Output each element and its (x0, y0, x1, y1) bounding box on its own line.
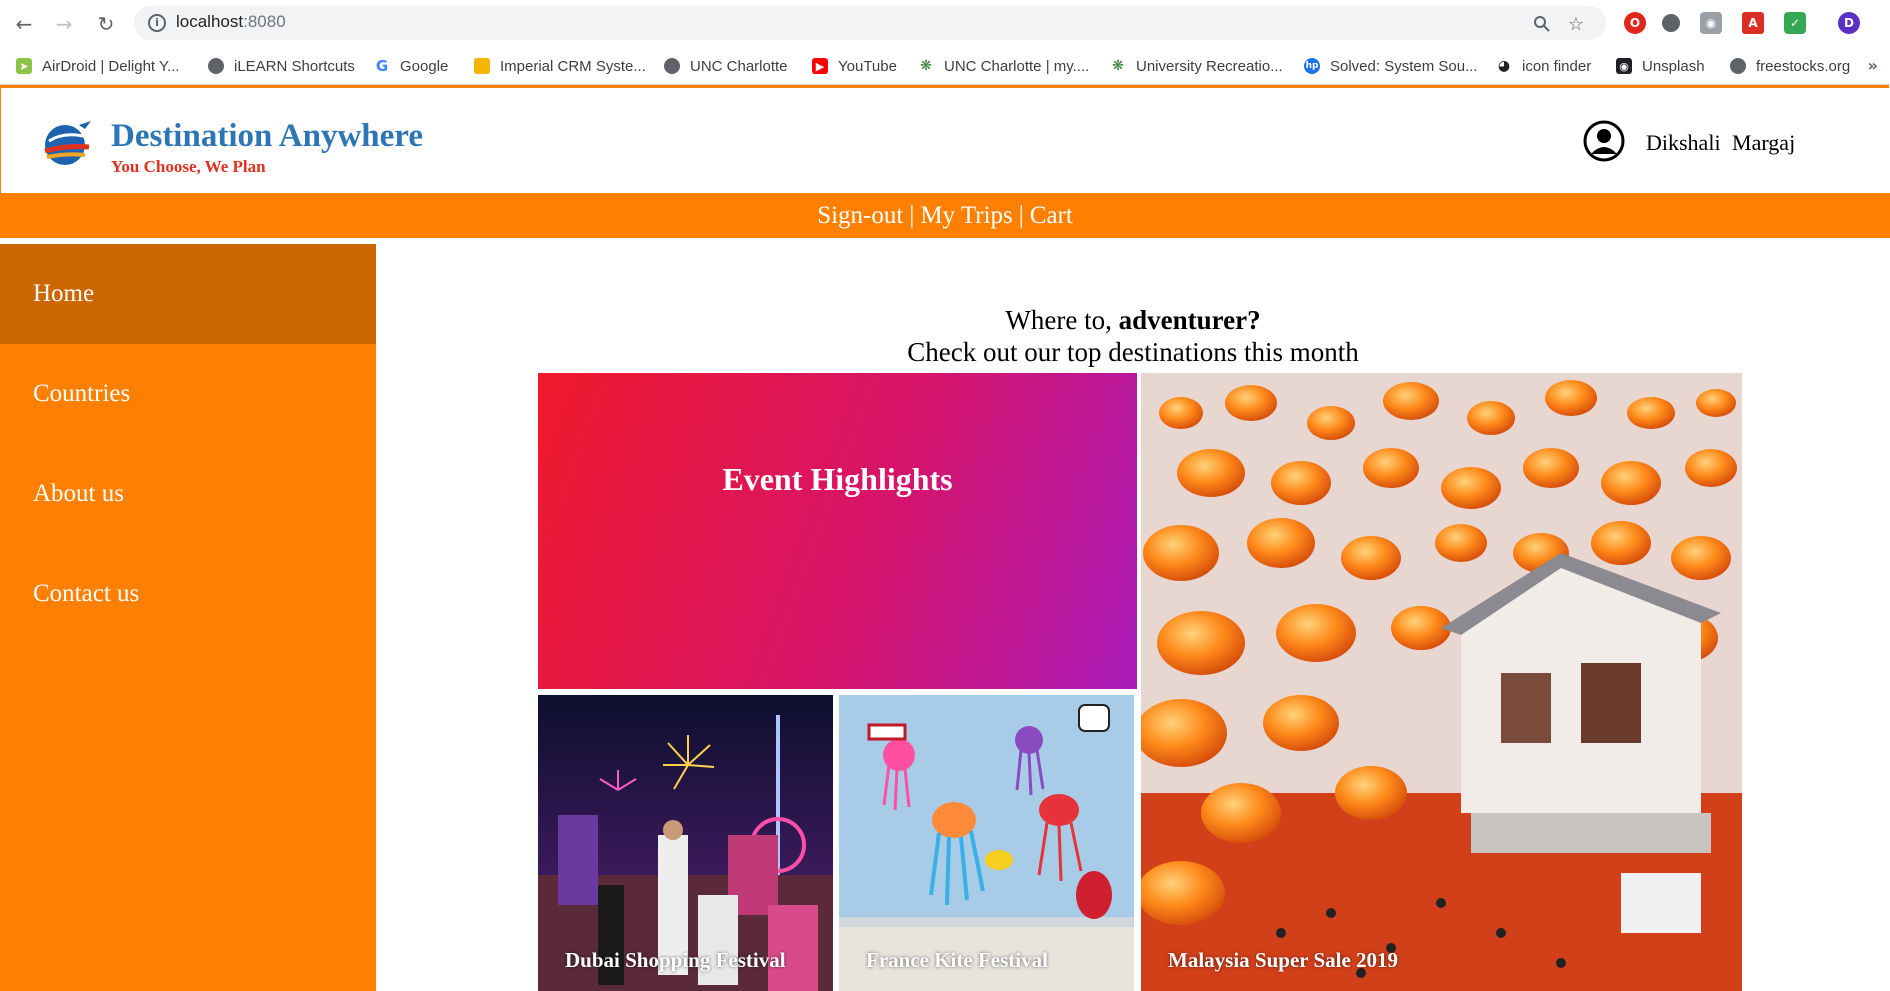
bookmark-ilearn[interactable]: iLEARN Shortcuts (208, 56, 355, 76)
dubai-festival-caption: Dubai Shopping Festival (565, 948, 786, 972)
airdroid-icon: ➤ (16, 58, 32, 74)
globe-icon (1730, 58, 1746, 74)
reload-icon[interactable]: ↻ (92, 10, 120, 38)
sidebar-item-home[interactable]: Home (0, 244, 376, 344)
google-icon: G (374, 57, 390, 75)
france-kite-caption: France Kite Festival (866, 948, 1048, 972)
user-name: Dikshali Margaj (1646, 130, 1796, 155)
megaphone-icon (474, 58, 490, 74)
dubai-festival-image (538, 695, 833, 991)
link-separator: | (1018, 201, 1024, 229)
malaysia-sale-tile[interactable]: Malaysia Super Sale 2019 (1141, 373, 1742, 991)
hp-icon: hp (1304, 58, 1320, 74)
more-bookmarks-icon[interactable]: » (1868, 56, 1878, 75)
camera-extension-icon[interactable]: ◉ (1700, 12, 1722, 34)
zoom-icon[interactable] (1532, 14, 1552, 34)
malaysia-sale-image (1141, 373, 1742, 991)
bookmark-unc-my[interactable]: ❋ UNC Charlotte | my.... (918, 56, 1089, 76)
hero-subheading: Check out our top destinations this mont… (907, 337, 1359, 367)
youtube-icon: ▶ (812, 58, 828, 74)
bookmark-unc-charlotte[interactable]: UNC Charlotte (664, 56, 788, 76)
globe-logo-icon[interactable] (41, 117, 93, 169)
bookmark-unsplash[interactable]: ◉ Unsplash (1616, 56, 1705, 76)
url-text[interactable]: localhost:8080 (176, 12, 286, 32)
user-avatar-icon[interactable] (1583, 120, 1625, 162)
browser-toolbar: ← → ↻ i localhost:8080 ☆ O ◉ A ✓ D (0, 0, 1890, 46)
bookmark-university-recreation[interactable]: ❋ University Recreatio... (1110, 56, 1283, 76)
opera-extension-icon[interactable]: O (1624, 12, 1646, 34)
forward-icon[interactable]: → (50, 10, 78, 38)
bookmark-imperial-crm[interactable]: Imperial CRM Syste... (474, 56, 646, 76)
unc-icon: ❋ (1110, 58, 1126, 74)
profile-avatar[interactable]: D (1838, 12, 1860, 34)
dubai-festival-tile[interactable]: Dubai Shopping Festival (538, 695, 833, 991)
account-links-bar: Sign-out | My Trips | Cart (0, 193, 1890, 238)
hero-greeting: Where to, adventurer? (1005, 305, 1261, 335)
extension-circle-icon[interactable] (1662, 14, 1680, 32)
bookmark-freestocks[interactable]: freestocks.org (1730, 56, 1850, 76)
link-separator: | (909, 201, 915, 229)
bookmark-youtube[interactable]: ▶ YouTube (812, 56, 897, 76)
bookmark-google[interactable]: G Google (374, 56, 448, 76)
malaysia-sale-caption: Malaysia Super Sale 2019 (1168, 948, 1399, 972)
event-highlights-title: Event Highlights (722, 461, 953, 497)
globe-icon (208, 58, 224, 74)
eye-icon: ◕ (1496, 58, 1512, 74)
bookmark-star-icon[interactable]: ☆ (1566, 14, 1586, 35)
signout-link[interactable]: Sign-out (817, 202, 903, 230)
sidebar-item-contact-us[interactable]: Contact us (0, 544, 376, 644)
camera-icon: ◉ (1616, 58, 1632, 74)
cart-link[interactable]: Cart (1030, 202, 1073, 230)
france-kite-tile[interactable]: France Kite Festival (839, 695, 1134, 991)
unc-icon: ❋ (918, 58, 934, 74)
event-highlights-banner: Event Highlights (538, 373, 1137, 689)
globe-icon (664, 58, 680, 74)
sidebar-item-about-us[interactable]: About us (0, 444, 376, 544)
bookmark-icon-finder[interactable]: ◕ icon finder (1496, 56, 1591, 76)
bookmarks-bar: ➤ AirDroid | Delight Y... iLEARN Shortcut… (0, 46, 1890, 85)
pdf-extension-icon[interactable]: A (1742, 12, 1764, 34)
address-bar[interactable]: i localhost:8080 ☆ (134, 6, 1606, 40)
site-header: Destination Anywhere You Choose, We Plan… (0, 85, 1889, 195)
info-icon[interactable]: i (148, 14, 166, 32)
bookmark-solved-system[interactable]: hp Solved: System Sou... (1304, 56, 1478, 76)
france-kite-image (839, 695, 1134, 991)
brand-tagline: You Choose, We Plan (111, 157, 266, 176)
sidebar-nav: Home Countries About us Contact us (0, 244, 376, 991)
my-trips-link[interactable]: My Trips (920, 202, 1012, 230)
back-icon[interactable]: ← (10, 10, 38, 38)
sidebar-item-countries[interactable]: Countries (0, 344, 376, 444)
bookmark-airdroid[interactable]: ➤ AirDroid | Delight Y... (16, 56, 180, 76)
brand-name[interactable]: Destination Anywhere (111, 118, 423, 155)
check-extension-icon[interactable]: ✓ (1784, 12, 1806, 34)
